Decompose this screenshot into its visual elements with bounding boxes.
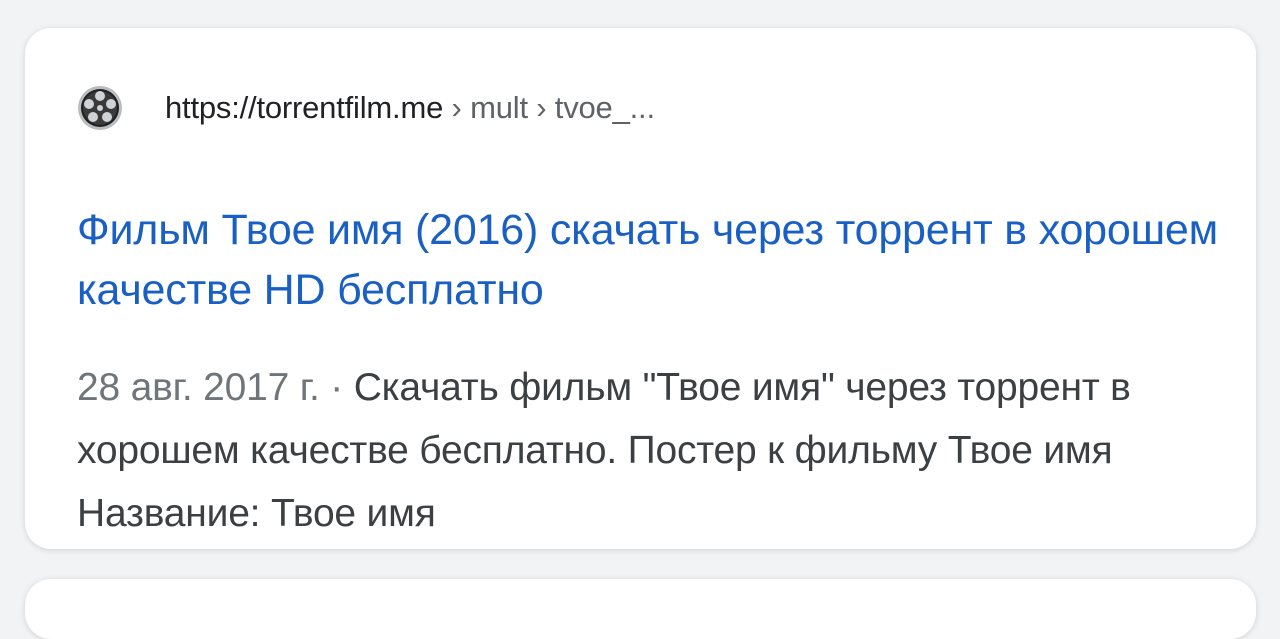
- result-title-link[interactable]: Фильм Твое имя (2016) скачать через торр…: [77, 200, 1227, 320]
- search-result-card: https://torrentfilm.me › mult › tvoe_...…: [25, 28, 1256, 549]
- result-separator: ·: [319, 366, 354, 409]
- result-date: 28 авг. 2017 г.: [77, 366, 320, 409]
- next-result-card: [25, 579, 1256, 639]
- result-url-path: › mult › tvoe_...: [443, 90, 656, 125]
- result-url[interactable]: https://torrentfilm.me › mult › tvoe_...: [165, 90, 655, 126]
- result-url-host: https://torrentfilm.me: [165, 90, 444, 125]
- film-reel-icon: [78, 86, 122, 130]
- result-snippet: 28 авг. 2017 г. · Скачать фильм "Твое им…: [77, 356, 1237, 545]
- result-site-row[interactable]: https://torrentfilm.me › mult › tvoe_...: [77, 84, 655, 132]
